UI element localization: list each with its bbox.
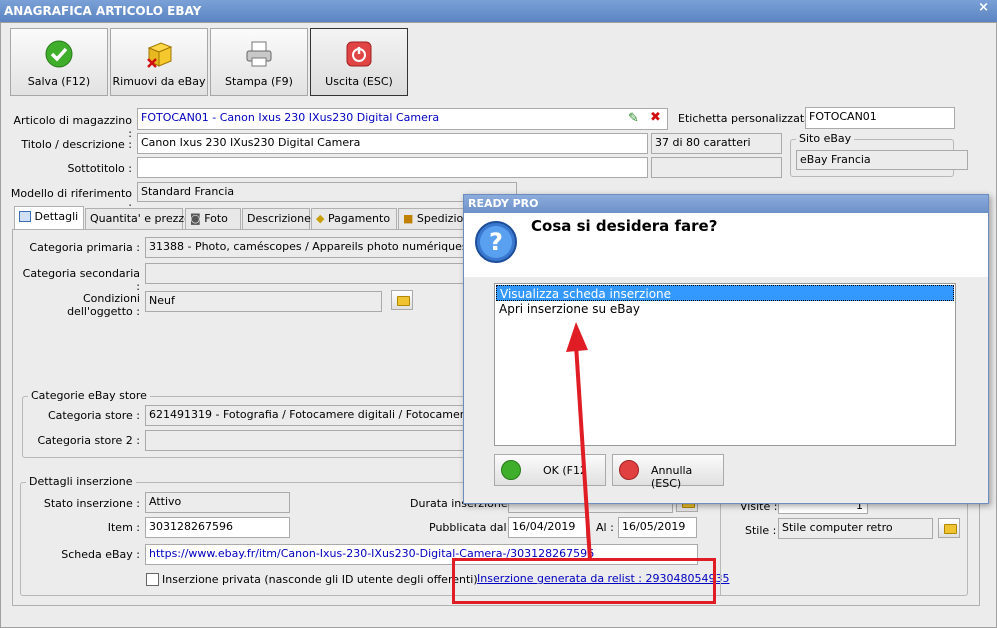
annotation-arrow <box>566 322 592 561</box>
